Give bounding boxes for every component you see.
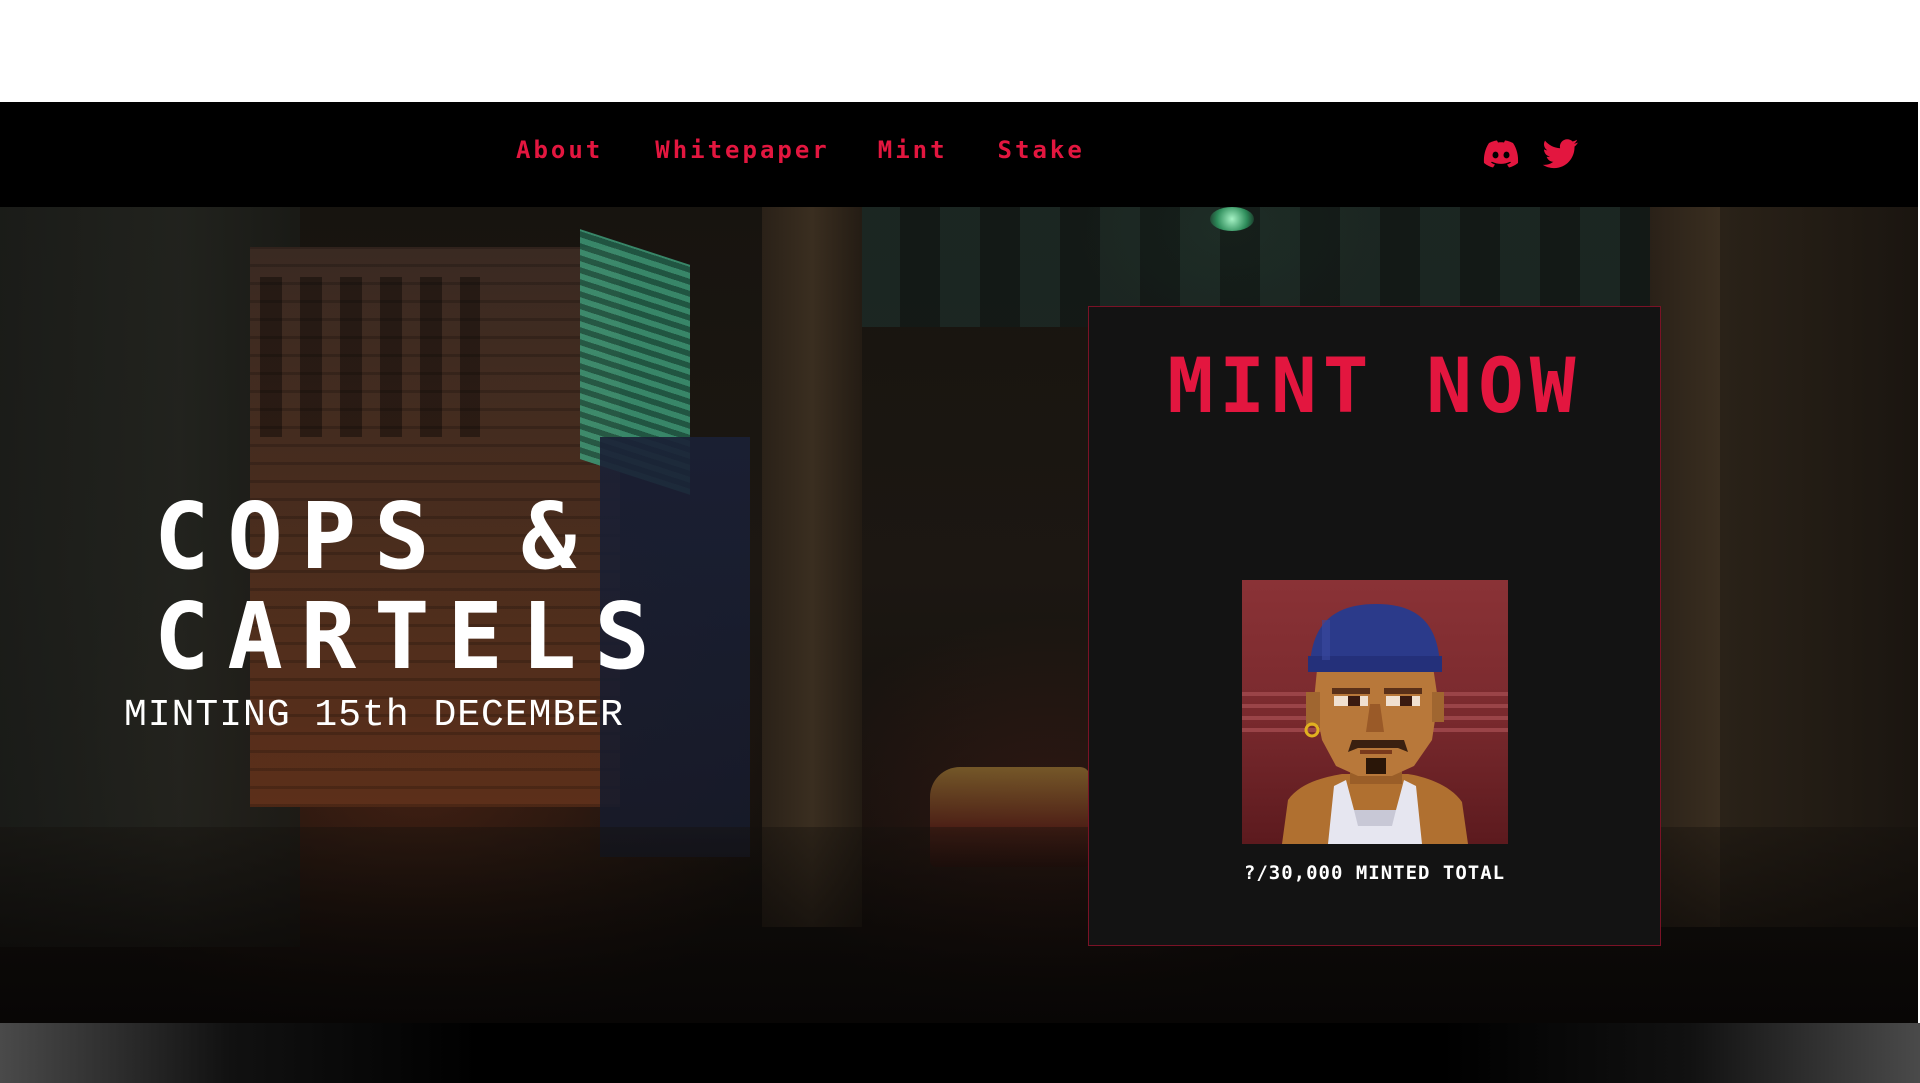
social-links	[1482, 138, 1580, 170]
hero-subtitle: MINTING 15th DECEMBER	[124, 694, 624, 737]
mint-card: MINT NOW ?/30,000 MINTED TOTAL	[1088, 306, 1661, 946]
nav-link-stake[interactable]: Stake	[998, 136, 1085, 164]
nav-links: About Whitepaper Mint Stake	[516, 136, 1085, 164]
navbar: About Whitepaper Mint Stake	[0, 102, 1920, 207]
scene-lamp	[1210, 207, 1254, 231]
top-blank-strip	[0, 0, 1920, 102]
scene-windows	[260, 277, 480, 437]
scene-pillar	[1720, 207, 1920, 927]
character-avatar	[1242, 580, 1508, 844]
mint-title[interactable]: MINT NOW	[1089, 341, 1660, 430]
hero-title: COPS & CARTELS	[154, 483, 668, 690]
nav-link-whitepaper[interactable]: Whitepaper	[655, 136, 830, 164]
discord-icon[interactable]	[1482, 138, 1520, 170]
minted-total: ?/30,000 MINTED TOTAL	[1243, 862, 1506, 884]
nav-link-mint[interactable]: Mint	[878, 136, 948, 164]
scene-pillar	[762, 207, 862, 927]
page: About Whitepaper Mint Stake COPS & CARTE…	[0, 0, 1920, 1083]
bottom-strip	[0, 1023, 1920, 1083]
hero-section: COPS & CARTELS MINTING 15th DECEMBER MIN…	[0, 207, 1920, 1023]
twitter-icon[interactable]	[1542, 138, 1580, 170]
nav-link-about[interactable]: About	[516, 136, 603, 164]
